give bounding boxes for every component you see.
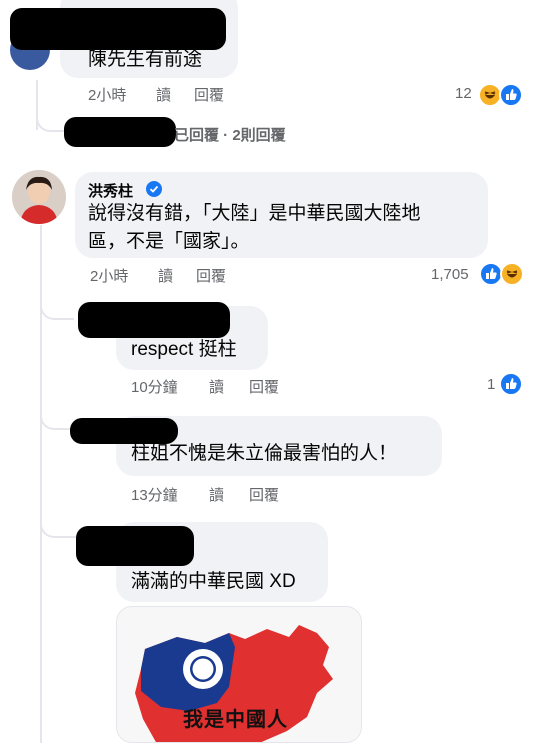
avatar[interactable] (12, 170, 66, 224)
reply-text: respect 挺柱 (131, 339, 237, 360)
redaction-bar (76, 526, 194, 566)
attached-image[interactable]: 我是中國人 (116, 606, 362, 743)
reaction-count[interactable]: 12 (455, 85, 472, 102)
reply-button[interactable]: 回覆 (249, 484, 279, 505)
redaction-bar (64, 117, 176, 147)
read-link[interactable]: 讀 (209, 376, 249, 397)
sun-emblem-icon (183, 649, 223, 689)
haha-reaction-icon (500, 262, 524, 286)
reaction-count[interactable]: 1 (487, 376, 495, 393)
reply-actions: 10分鐘 讀 回覆 (131, 376, 279, 397)
thread-curve-top (36, 100, 64, 132)
redaction-bar (10, 8, 226, 50)
comment-text: 區，不是「國家」。 (88, 231, 250, 252)
reply-button[interactable]: 回覆 (196, 265, 226, 286)
read-link[interactable]: 讀 (209, 484, 249, 505)
replies-summary[interactable]: 已回覆 · 2則回覆 (174, 124, 286, 145)
thread-curve-reply-3 (40, 508, 76, 538)
comment-actions: 2小時 讀 回覆 (88, 84, 224, 105)
comment-actions: 2小時 讀 回覆 (90, 265, 226, 286)
like-reaction-icon (499, 83, 523, 107)
reply-button[interactable]: 回覆 (249, 376, 279, 397)
thread-curve-reply-2 (40, 400, 72, 430)
comment-text: 說得沒有錯，「大陸」是中華民國大陸地 (88, 203, 421, 224)
thread-curve-reply-1 (40, 290, 74, 320)
timestamp[interactable]: 2小時 (90, 265, 158, 286)
reply-actions: 13分鐘 讀 回覆 (131, 484, 279, 505)
like-reaction-icon (499, 372, 523, 396)
comment-author[interactable]: 洪秀柱 (88, 180, 133, 201)
timestamp[interactable]: 13分鐘 (131, 484, 209, 505)
reply-button[interactable]: 回覆 (194, 84, 224, 105)
comment-text: 陳先生有前途 (88, 49, 203, 70)
redaction-bar (78, 302, 230, 338)
image-caption: 我是中國人 (183, 707, 288, 731)
timestamp[interactable]: 10分鐘 (131, 376, 209, 397)
read-link[interactable]: 讀 (158, 265, 196, 286)
reaction-count[interactable]: 1,705 (431, 266, 469, 283)
verified-badge-icon (146, 181, 162, 197)
reply-text: 柱姐不愧是朱立倫最害怕的人！ (131, 443, 398, 464)
read-link[interactable]: 讀 (156, 84, 194, 105)
timestamp[interactable]: 2小時 (88, 84, 156, 105)
reply-text: 滿滿的中華民國 XD (131, 571, 296, 592)
